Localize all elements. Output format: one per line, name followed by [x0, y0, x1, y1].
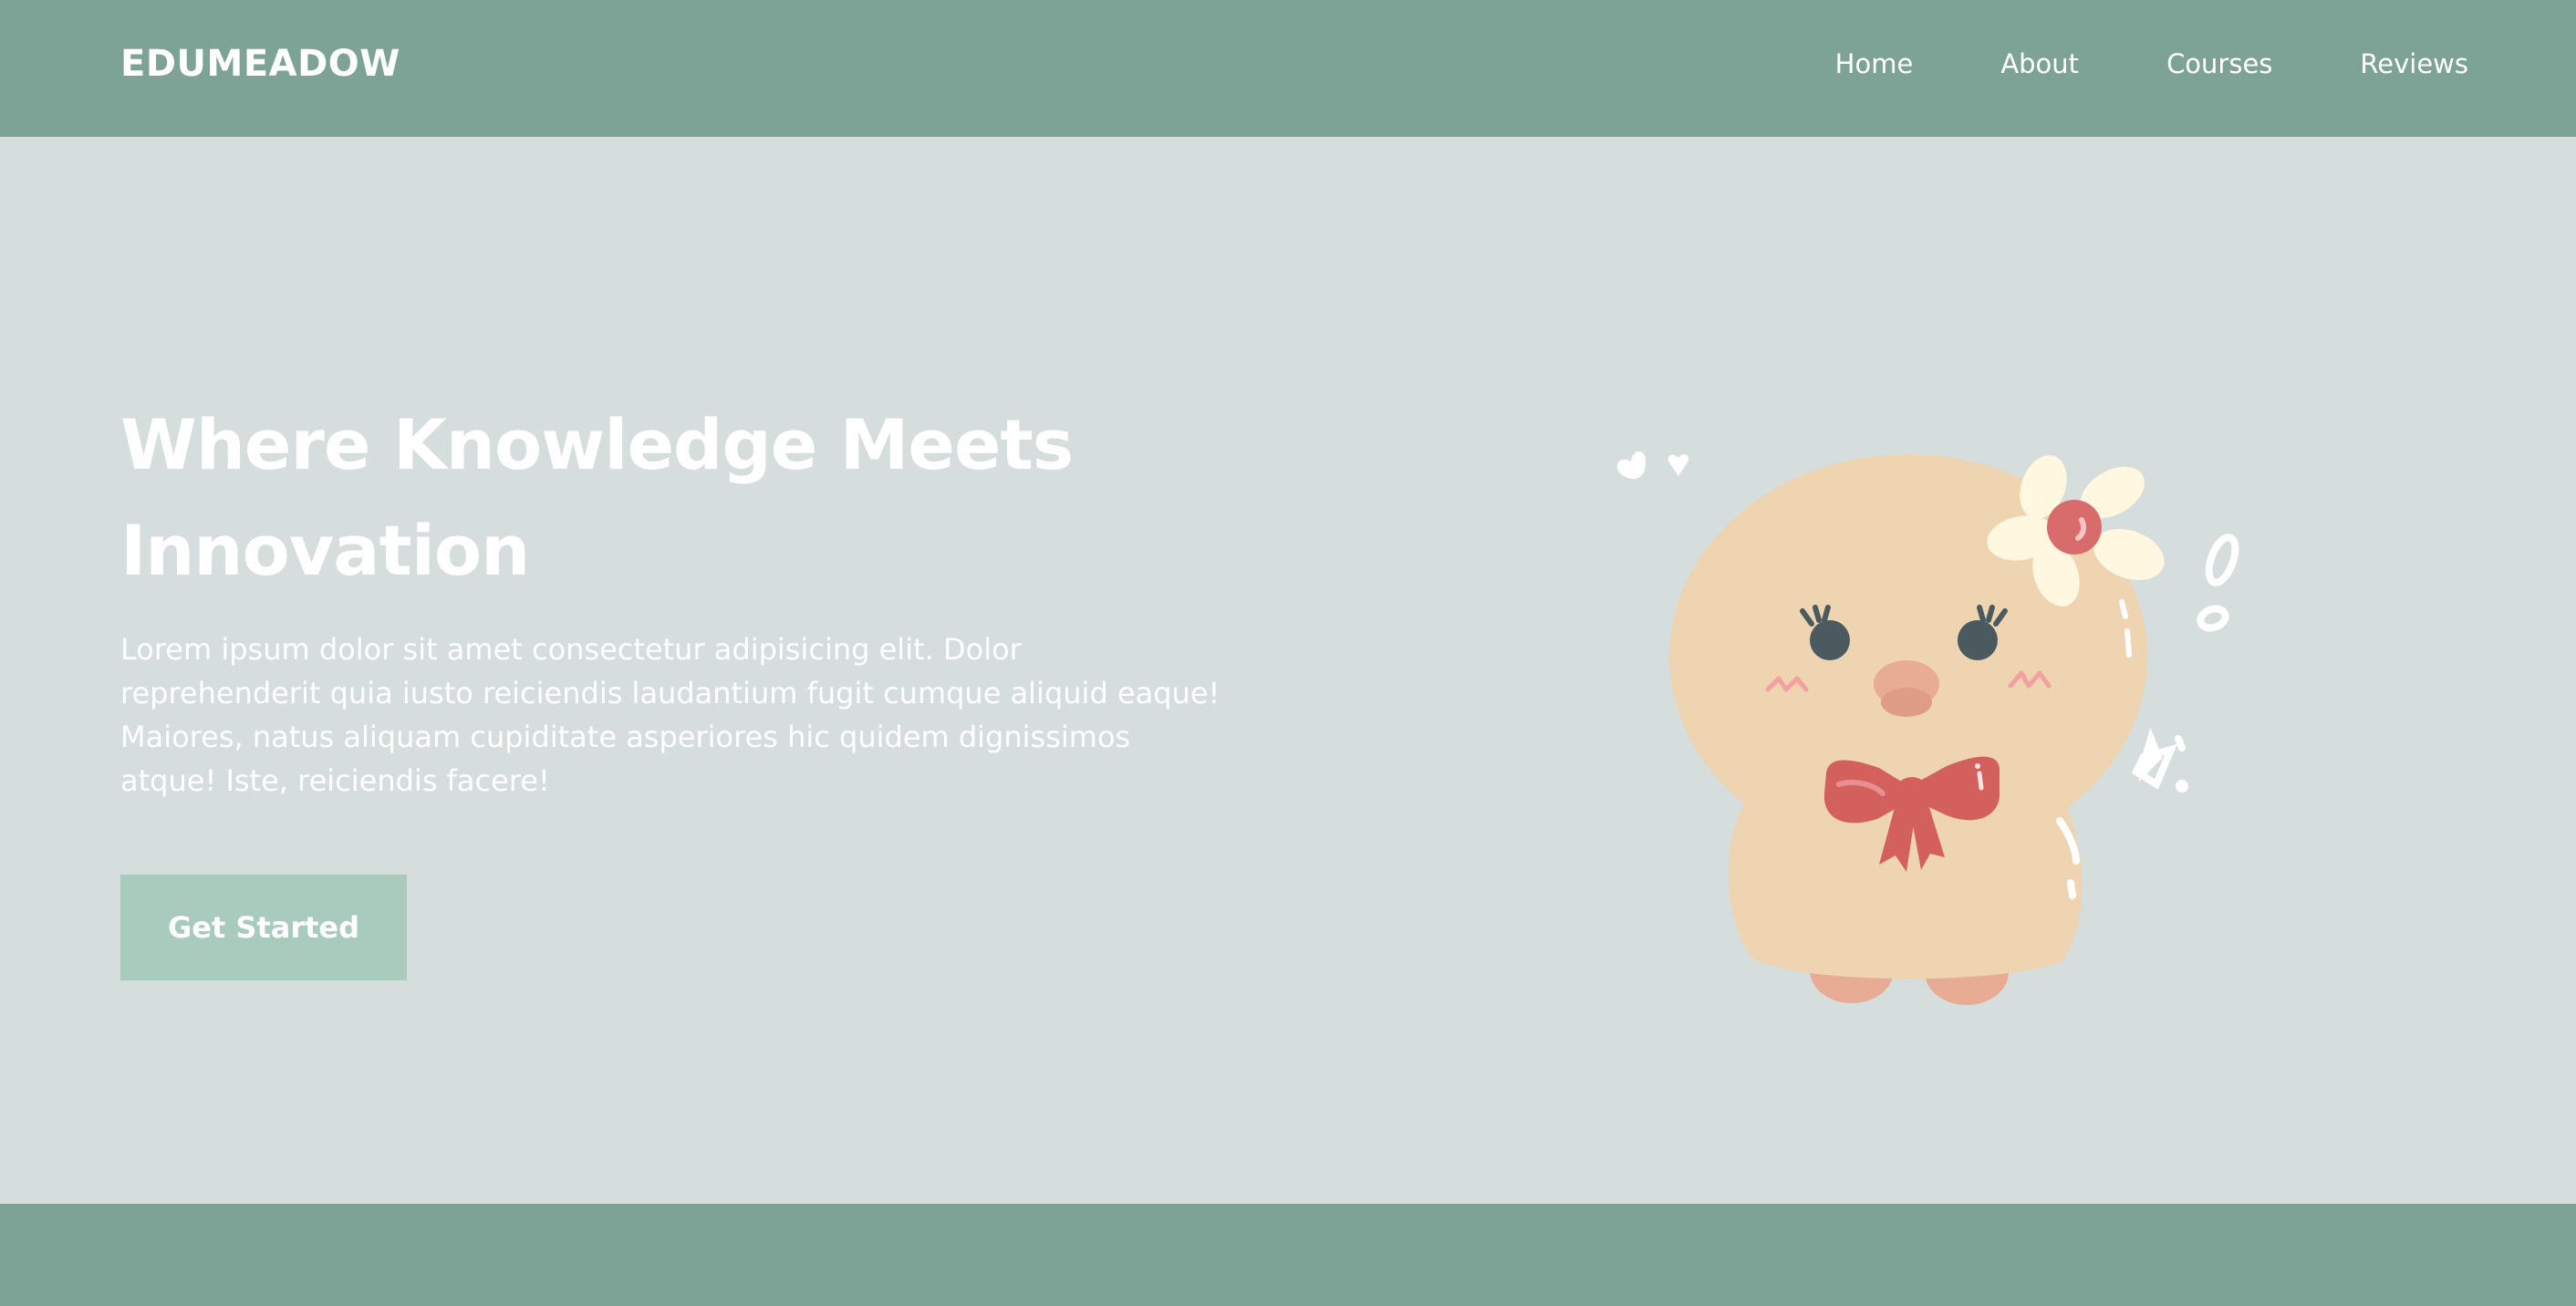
top-navigation-bar: EDUMEADOW Home About Courses Reviews	[0, 0, 2576, 137]
footer-band	[0, 1204, 2576, 1306]
get-started-button[interactable]: Get Started	[120, 875, 407, 980]
brand-logo[interactable]: EDUMEADOW	[120, 42, 400, 86]
nav-link-home[interactable]: Home	[1835, 44, 1914, 84]
nav-link-courses[interactable]: Courses	[2166, 44, 2272, 84]
nav-link-about[interactable]: About	[2000, 44, 2079, 84]
chick-mascot-illustration	[1616, 451, 2239, 1005]
heart-doodle-icon	[1616, 451, 1688, 480]
hero-title: Where Knowledge Meets Innovation	[120, 404, 1074, 591]
hero-description: Lorem ipsum dolor sit amet consectetur a…	[120, 632, 1220, 798]
main-nav: Home About Courses Reviews	[1835, 44, 2468, 84]
nav-link-reviews[interactable]: Reviews	[2360, 44, 2468, 84]
